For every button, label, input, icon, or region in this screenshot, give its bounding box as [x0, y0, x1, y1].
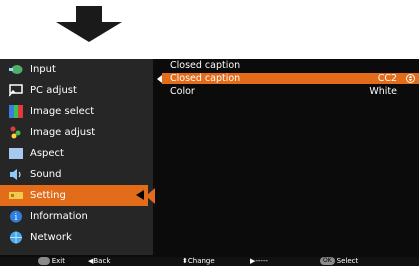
sidebar-item-input[interactable]: Input — [0, 59, 153, 80]
svg-text:i: i — [15, 213, 18, 223]
sidebar-item-label: Information — [30, 211, 88, 222]
footer-select: OK Select — [320, 257, 358, 266]
up-down-icon — [406, 74, 415, 83]
ok-key-icon: OK — [320, 257, 335, 265]
sidebar-item-label: Sound — [30, 169, 62, 180]
main-menu-sidebar: Input PC adjust Image select Image adjus… — [0, 59, 153, 255]
sidebar-item-label: PC adjust — [30, 85, 77, 96]
sound-icon — [10, 169, 21, 180]
panel-title: Closed caption — [170, 60, 241, 71]
sidebar-item-aspect[interactable]: Aspect — [0, 143, 153, 164]
option-color[interactable]: Color White — [162, 86, 419, 97]
sidebar-item-image-adjust[interactable]: Image adjust — [0, 122, 153, 143]
selection-notch — [146, 188, 155, 204]
image-adjust-icon — [10, 126, 21, 139]
sidebar-item-label: Aspect — [30, 148, 64, 159]
sidebar-item-network[interactable]: Network — [0, 227, 153, 248]
back-arrow-icon — [157, 75, 162, 83]
selection-pointer-icon — [136, 190, 144, 200]
sidebar-item-label: Image select — [30, 106, 95, 117]
option-value: White — [369, 86, 397, 97]
option-label: Color — [170, 86, 195, 97]
image-select-icon — [9, 105, 23, 118]
network-icon — [10, 231, 22, 244]
osd-menu: Input PC adjust Image select Image adjus… — [0, 59, 419, 266]
submenu-panel: Closed caption Closed caption CC2 Color … — [157, 59, 419, 255]
sidebar-item-information[interactable]: i Information — [0, 206, 153, 227]
sidebar-item-image-select[interactable]: Image select — [0, 101, 153, 122]
sidebar-item-pc-adjust[interactable]: PC adjust — [0, 80, 153, 101]
sidebar-item-sound[interactable]: Sound — [0, 164, 153, 185]
footer-change: ⬍Change — [182, 257, 215, 265]
key-guide-footer: Exit ◀Back ⬍Change ▶----- OK Select — [0, 257, 419, 266]
option-value: CC2 — [377, 73, 397, 84]
input-icon — [9, 65, 23, 74]
down-arrow-icon — [56, 6, 122, 42]
aspect-icon — [9, 148, 23, 159]
footer-back: ◀Back — [88, 257, 111, 265]
sidebar-item-label: Setting — [30, 190, 66, 201]
pc-adjust-icon — [9, 84, 23, 97]
sidebar-item-label: Input — [30, 64, 56, 75]
option-closed-caption[interactable]: Closed caption CC2 — [157, 73, 419, 84]
footer-exit: Exit — [38, 257, 65, 266]
option-label: Closed caption — [170, 73, 241, 84]
sidebar-item-label: Network — [30, 232, 72, 243]
sidebar-item-setting[interactable]: Setting — [0, 185, 148, 206]
sidebar-item-label: Image adjust — [30, 127, 96, 138]
exit-key-icon — [38, 257, 50, 265]
footer-next: ▶----- — [250, 257, 269, 265]
information-icon: i — [10, 210, 22, 223]
setting-icon — [9, 192, 23, 199]
